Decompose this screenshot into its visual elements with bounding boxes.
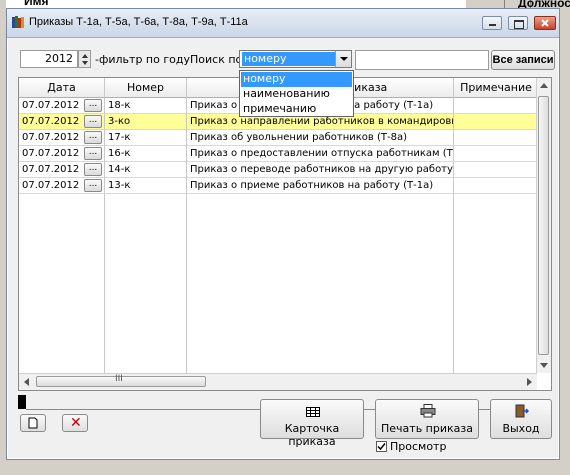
- books-icon: [12, 16, 24, 28]
- horizontal-scroll-thumb[interactable]: III: [36, 374, 206, 387]
- exit-button[interactable]: Выход: [490, 399, 552, 439]
- vertical-scrollbar[interactable]: [536, 78, 551, 373]
- scroll-right-icon[interactable]: [527, 378, 532, 386]
- window-content: 2012 -фильтр по году Поиск по номеру Все…: [8, 38, 558, 458]
- minimize-button[interactable]: [482, 16, 502, 30]
- dropdown-option-name[interactable]: наименованию: [241, 87, 352, 102]
- cell-name: Приказ о приеме работников на работу (Т-…: [187, 178, 454, 194]
- column-header-date[interactable]: Дата: [19, 78, 105, 97]
- cell-number: 3-ко: [105, 114, 187, 130]
- horizontal-scrollbar[interactable]: III: [19, 373, 537, 390]
- cell-name: Приказ о переводе работников на другую р…: [187, 162, 454, 178]
- orders-table: Дата Номер приказа Примечание 07.07.2012…: [18, 77, 552, 391]
- cell-number: 17-к: [105, 130, 187, 146]
- cell-note: [454, 114, 539, 130]
- table-grid-icon: [306, 407, 320, 417]
- background-bottom-strip: [0, 460, 570, 475]
- exit-label: Выход: [502, 422, 540, 435]
- order-card-button[interactable]: Карточка приказа: [260, 399, 364, 448]
- cell-number: 16-к: [105, 146, 187, 162]
- table-row[interactable]: 07.07.2012 ... 13-к Приказ о приеме рабо…: [19, 178, 539, 194]
- printer-icon: [420, 404, 436, 418]
- minimize-icon: [489, 24, 496, 26]
- maximize-button[interactable]: [508, 16, 528, 30]
- spin-down-icon[interactable]: [82, 61, 88, 65]
- search-input[interactable]: [355, 50, 489, 70]
- close-button[interactable]: [534, 16, 556, 30]
- year-filter-label: -фильтр по году: [95, 53, 190, 66]
- vertical-scroll-thumb[interactable]: [538, 96, 549, 355]
- new-document-icon: [28, 417, 38, 429]
- scroll-grip: III: [115, 374, 123, 384]
- background-column-name: Имя: [24, 0, 49, 8]
- table-row[interactable]: 07.07.2012 ... 16-к Приказ о предоставле…: [19, 146, 539, 162]
- window-title: Приказы Т-1а, Т-5а, Т-6а, Т-8а, Т-9а, Т-…: [29, 16, 248, 28]
- cell-number: 13-к: [105, 178, 187, 194]
- cell-number: 18-к: [105, 98, 187, 114]
- dropdown-button[interactable]: [335, 51, 351, 67]
- cell-note: [454, 98, 539, 114]
- scroll-down-icon[interactable]: [540, 363, 548, 368]
- row-details-button[interactable]: ...: [84, 131, 102, 144]
- preview-label: Просмотр: [390, 440, 447, 453]
- orders-window: Приказы Т-1а, Т-5а, Т-6а, Т-8а, Т-9а, Т-…: [6, 8, 560, 460]
- cell-note: [454, 178, 539, 194]
- checkmark-icon: [377, 443, 386, 451]
- new-order-button[interactable]: [20, 414, 46, 432]
- cell-name: Приказ об увольнении работников (Т-8а): [187, 130, 454, 146]
- chevron-down-icon: [340, 57, 348, 61]
- exit-door-icon: [515, 404, 529, 418]
- print-order-label: Печать приказа: [381, 422, 473, 435]
- scroll-up-icon[interactable]: [540, 83, 548, 88]
- dropdown-option-note[interactable]: примечанию: [241, 102, 352, 117]
- delete-icon: ✕: [70, 415, 82, 431]
- cell-number: 14-к: [105, 162, 187, 178]
- cell-note: [454, 146, 539, 162]
- cell-note: [454, 162, 539, 178]
- row-details-button[interactable]: ...: [84, 115, 102, 128]
- row-details-button[interactable]: ...: [84, 163, 102, 176]
- column-header-number[interactable]: Номер: [105, 78, 187, 97]
- search-field-select[interactable]: номеру: [239, 50, 352, 68]
- all-records-button[interactable]: Все записи: [491, 50, 555, 70]
- cell-note: [454, 130, 539, 146]
- search-field-selected: номеру: [242, 52, 335, 66]
- row-details-button[interactable]: ...: [84, 179, 102, 192]
- year-spinner[interactable]: [78, 50, 91, 68]
- table-row[interactable]: 07.07.2012 ... 17-к Приказ об увольнении…: [19, 130, 539, 146]
- year-filter-input[interactable]: 2012: [20, 50, 78, 68]
- table-row[interactable]: 07.07.2012 ... 14-к Приказ о переводе ра…: [19, 162, 539, 178]
- column-header-note[interactable]: Примечание: [454, 78, 539, 97]
- preview-checkbox[interactable]: [376, 441, 387, 452]
- close-icon: [541, 19, 549, 27]
- order-card-label: Карточка приказа: [284, 422, 340, 448]
- search-by-label: Поиск по: [190, 53, 243, 66]
- spin-up-icon[interactable]: [82, 54, 88, 58]
- cell-name: Приказ о предоставлении отпуска работник…: [187, 146, 454, 162]
- delete-order-button[interactable]: ✕: [62, 414, 88, 432]
- row-details-button[interactable]: ...: [84, 147, 102, 160]
- title-bar[interactable]: Приказы Т-1а, Т-5а, Т-6а, Т-8а, Т-9а, Т-…: [7, 9, 559, 38]
- dropdown-option-number[interactable]: номеру: [241, 72, 352, 87]
- search-field-dropdown: номеру наименованию примечанию: [239, 70, 354, 117]
- maximize-icon: [514, 20, 524, 29]
- record-indicator: [18, 395, 26, 409]
- print-order-button[interactable]: Печать приказа: [375, 399, 479, 439]
- scroll-left-icon[interactable]: [24, 378, 29, 386]
- row-details-button[interactable]: ...: [84, 99, 102, 112]
